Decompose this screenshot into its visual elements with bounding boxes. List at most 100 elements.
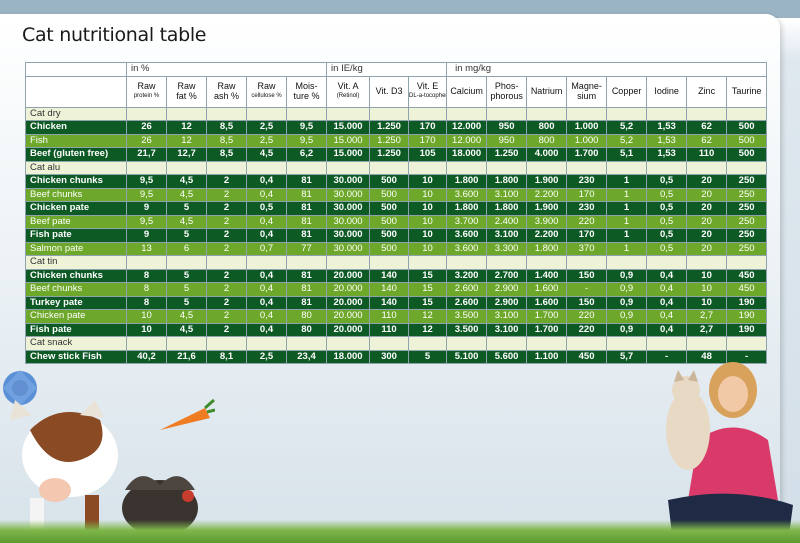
value-cell: 0,4 xyxy=(646,268,688,283)
unit-group-ie: in IE/kg xyxy=(326,62,448,77)
value-cell: 81 xyxy=(285,282,328,297)
value-cell: 500 xyxy=(369,214,410,229)
value-cell: 2 xyxy=(206,201,247,216)
value-cell: 500 xyxy=(726,133,768,148)
table-row: Chicken chunks 8 5 2 0,4 81 20.000 140 15 3.200 2.… xyxy=(25,268,768,283)
value-cell: 10 xyxy=(686,282,728,297)
value-cell: 9,5 xyxy=(126,174,167,189)
category-row: Cat dry xyxy=(25,106,768,121)
value-cell: 23,4 xyxy=(285,349,328,364)
value-cell: 190 xyxy=(726,322,768,337)
empty-cell xyxy=(606,106,648,121)
value-cell: 3.100 xyxy=(486,322,528,337)
empty-cell xyxy=(166,160,207,175)
cat-icon xyxy=(666,370,710,470)
value-cell: 1.800 xyxy=(446,201,488,216)
value-cell: 10 xyxy=(686,295,728,310)
value-cell: 15.000 xyxy=(326,147,371,162)
column-header: Raw cellulose % xyxy=(246,75,287,108)
value-cell: 20 xyxy=(686,214,728,229)
value-cell: 250 xyxy=(726,187,768,202)
empty-cell xyxy=(566,255,608,270)
value-cell: 140 xyxy=(369,282,410,297)
empty-cell xyxy=(285,106,328,121)
value-cell: 4,5 xyxy=(166,309,207,324)
value-cell: 450 xyxy=(566,349,608,364)
empty-cell xyxy=(206,106,247,121)
empty-cell xyxy=(566,106,608,121)
empty-cell xyxy=(285,255,328,270)
value-cell: 500 xyxy=(726,120,768,135)
empty-cell xyxy=(326,336,371,351)
value-cell: 0,9 xyxy=(606,282,648,297)
product-name: Fish pate xyxy=(25,322,127,337)
value-cell: 0,4 xyxy=(246,214,287,229)
farm-animals-illustration xyxy=(3,370,215,543)
page-title: Cat nutritional table xyxy=(22,24,207,46)
value-cell: 300 xyxy=(369,349,410,364)
nutrition-table: in % in IE/kg in mg/kg Raw protein % Raw fa… xyxy=(25,62,768,364)
empty-cell xyxy=(646,106,688,121)
value-cell: 21,7 xyxy=(126,147,167,162)
empty-cell xyxy=(166,336,207,351)
empty-cell xyxy=(408,160,448,175)
value-cell: 5 xyxy=(166,228,207,243)
value-cell: 1 xyxy=(606,241,648,256)
table-row: Fish 26 12 8,5 2,5 9,5 15.000 1.250 170 12.000 950… xyxy=(25,133,768,148)
value-cell: 15 xyxy=(408,295,448,310)
value-cell: 0,5 xyxy=(646,174,688,189)
value-cell: 8,5 xyxy=(206,133,247,148)
empty-cell xyxy=(526,336,568,351)
value-cell: 5.100 xyxy=(446,349,488,364)
value-cell: 5 xyxy=(166,201,207,216)
value-cell: 500 xyxy=(369,241,410,256)
empty-cell xyxy=(246,336,287,351)
value-cell: 9 xyxy=(126,228,167,243)
empty-cell xyxy=(726,255,768,270)
value-cell: 12 xyxy=(166,120,207,135)
value-cell: 1.250 xyxy=(486,147,528,162)
value-cell: 15.000 xyxy=(326,133,371,148)
empty-cell xyxy=(166,106,207,121)
table-row: Chicken chunks 9,5 4,5 2 0,4 81 30.000 500 10 1.8… xyxy=(25,174,768,189)
value-cell: 8,5 xyxy=(206,120,247,135)
value-cell: 450 xyxy=(726,268,768,283)
column-header-sub: ture % xyxy=(293,90,320,101)
value-cell: 1.250 xyxy=(369,133,410,148)
empty-cell xyxy=(326,106,371,121)
value-cell: 0,5 xyxy=(646,187,688,202)
product-name: Chicken pate xyxy=(25,309,127,324)
value-cell: 1.700 xyxy=(526,322,568,337)
value-cell: 0,9 xyxy=(606,268,648,283)
value-cell: 20.000 xyxy=(326,309,371,324)
value-cell: 220 xyxy=(566,214,608,229)
empty-cell xyxy=(369,255,410,270)
empty-cell xyxy=(408,255,448,270)
value-cell: 3.600 xyxy=(446,241,488,256)
value-cell: 5 xyxy=(408,349,448,364)
value-cell: 3.100 xyxy=(486,187,528,202)
unit-group-mg: in mg/kg xyxy=(446,62,768,77)
value-cell: 30.000 xyxy=(326,228,371,243)
value-cell: 1.900 xyxy=(526,174,568,189)
column-header-main: Vit. D3 xyxy=(375,85,403,96)
value-cell: 2.600 xyxy=(446,282,488,297)
value-cell: 3.500 xyxy=(446,322,488,337)
value-cell: 190 xyxy=(726,295,768,310)
value-cell: 30.000 xyxy=(326,174,371,189)
cornflower-icon xyxy=(3,370,37,406)
value-cell: 30.000 xyxy=(326,201,371,216)
column-header: Vit. D3 xyxy=(369,75,410,108)
empty-cell xyxy=(166,255,207,270)
value-cell: 250 xyxy=(726,228,768,243)
column-header-main: Natrium xyxy=(530,85,563,96)
value-cell: 220 xyxy=(566,322,608,337)
value-cell: 2.700 xyxy=(486,268,528,283)
table-row: Fish pate 9 5 2 0,4 81 30.000 500 10 3.600 3.100 2.… xyxy=(25,228,768,243)
category-label: Cat alu xyxy=(25,160,127,175)
value-cell: 105 xyxy=(408,147,448,162)
value-cell: 5 xyxy=(166,295,207,310)
unit-group-row: in % in IE/kg in mg/kg xyxy=(25,62,768,77)
product-name: Chicken pate xyxy=(25,201,127,216)
column-header: Natrium xyxy=(526,75,568,108)
